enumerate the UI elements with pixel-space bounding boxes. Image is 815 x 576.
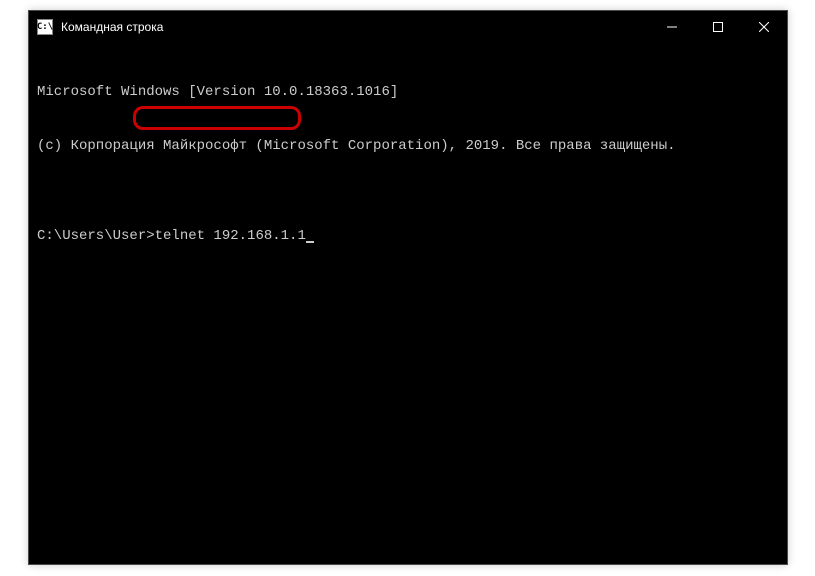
cmd-icon: C:\ bbox=[37, 19, 53, 35]
terminal-content[interactable]: Microsoft Windows [Version 10.0.18363.10… bbox=[29, 43, 787, 285]
terminal-cursor bbox=[306, 241, 314, 243]
terminal-line-2: (c) Корпорация Майкрософт (Microsoft Cor… bbox=[37, 137, 779, 155]
terminal-command: telnet 192.168.1.1 bbox=[155, 228, 306, 244]
minimize-icon bbox=[667, 22, 677, 32]
terminal-line-1: Microsoft Windows [Version 10.0.18363.10… bbox=[37, 83, 779, 101]
minimize-button[interactable] bbox=[649, 11, 695, 43]
close-button[interactable] bbox=[741, 11, 787, 43]
terminal-prompt: C:\Users\User> bbox=[37, 228, 155, 244]
close-icon bbox=[759, 22, 769, 32]
window-title: Командная строка bbox=[61, 20, 163, 34]
cmd-window: C:\ Командная строка Microsoft bbox=[28, 10, 788, 565]
titlebar[interactable]: C:\ Командная строка bbox=[29, 11, 787, 43]
maximize-icon bbox=[713, 22, 723, 32]
maximize-button[interactable] bbox=[695, 11, 741, 43]
window-controls bbox=[649, 11, 787, 43]
terminal-line-4: C:\Users\User>telnet 192.168.1.1 bbox=[37, 227, 779, 245]
cmd-icon-label: C:\ bbox=[37, 22, 53, 32]
